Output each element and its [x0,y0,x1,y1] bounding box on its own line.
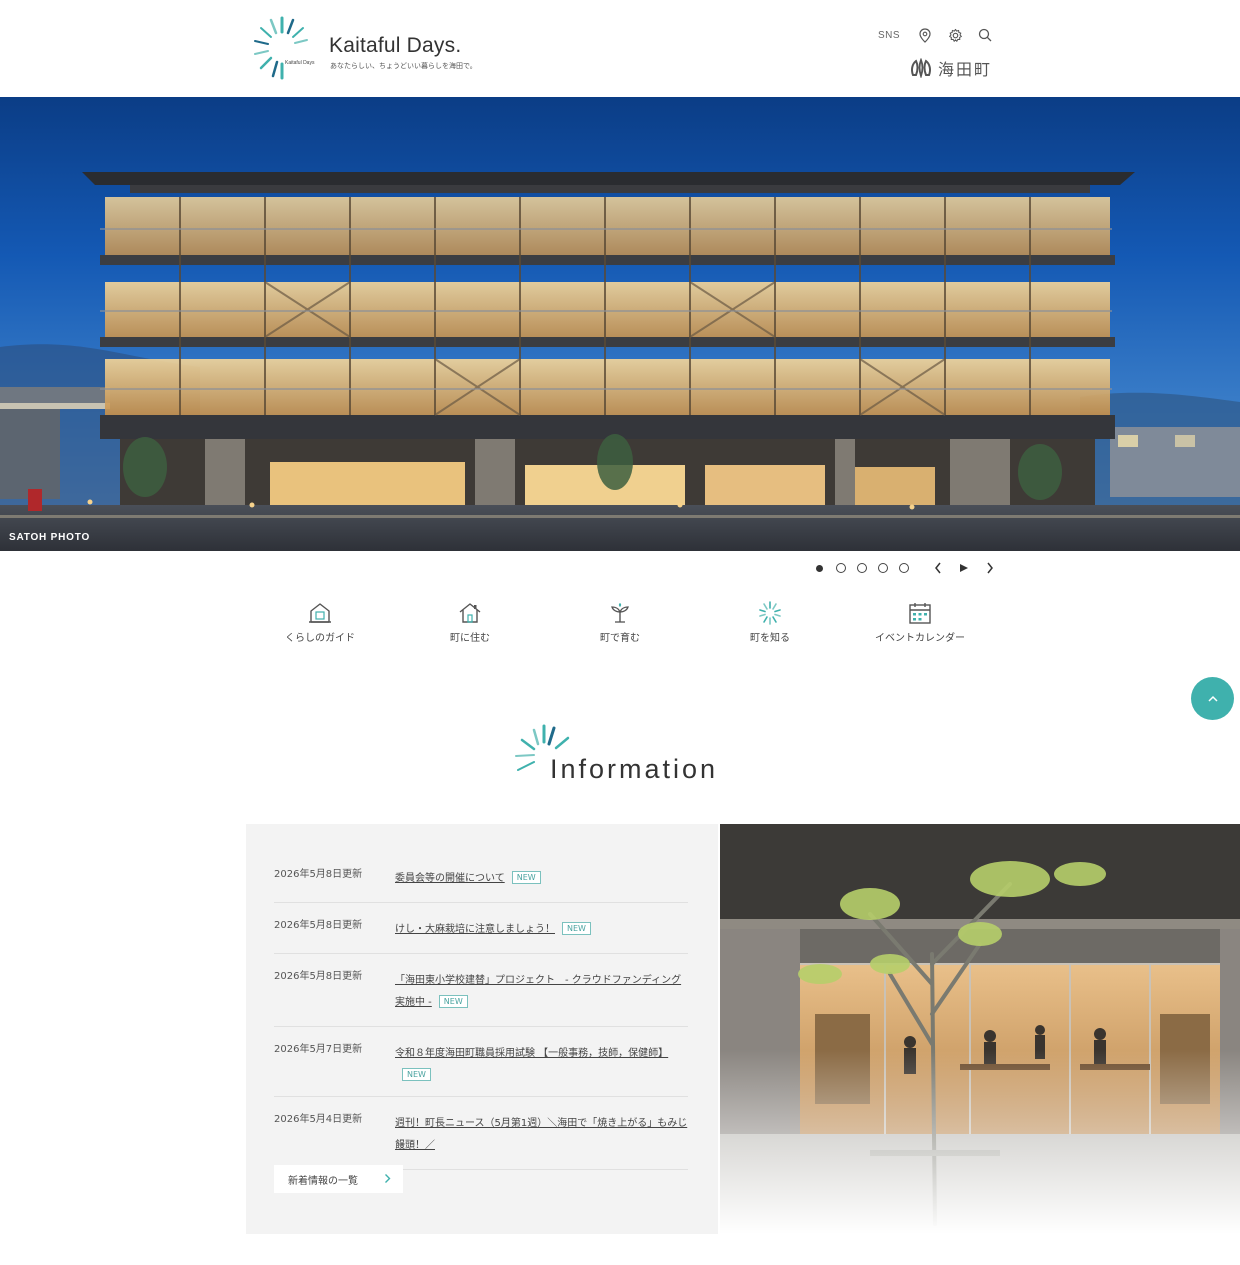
news-date: 2026年5月8日更新 [274,920,363,931]
map-pin-icon[interactable] [916,26,934,44]
town-name: 海田町 [938,60,993,79]
house-icon [457,600,483,626]
house-guide-icon [307,600,333,626]
news-item: 2026年5月8日更新 委員会等の開催について NEW [274,852,688,903]
new-badge: NEW [438,995,468,1008]
play-icon[interactable] [956,560,972,576]
category-kurashi-guide[interactable]: くらしのガイド [245,600,395,650]
logo-title: Kaitaful Days. [329,34,462,57]
page-top-button[interactable] [1191,677,1234,720]
site-logo[interactable]: Kaitaful Days Kaitaful Days. あなたらしい、ちょうど… [249,14,479,82]
news-date: 2026年5月7日更新 [274,1044,363,1055]
information-title: Information [550,754,719,784]
news-title-link[interactable]: 委員会等の開催について [395,873,505,884]
chevron-right-icon [385,1174,391,1183]
news-date: 2026年5月8日更新 [274,869,363,880]
information-heading: Information [512,724,732,786]
calendar-icon [907,600,933,626]
category-shiru[interactable]: 町を知る [695,600,845,650]
slider-controls [814,560,998,576]
news-list-more-button[interactable]: 新着情報の一覧 [274,1165,403,1193]
category-label: くらしのガイド [285,633,355,644]
news-list: 2026年5月8日更新 委員会等の開催について NEW 2026年5月8日更新 け… [274,852,688,1170]
category-label: 町で育む [600,633,640,644]
slide-dot-2[interactable] [836,563,846,573]
burst-icon [757,600,783,626]
category-label: イベントカレンダー [875,633,965,644]
town-emblem-icon [911,58,931,78]
category-hagukumu[interactable]: 町で育む [545,600,695,650]
category-sumu[interactable]: 町に住む [395,600,545,650]
search-icon[interactable] [976,26,994,44]
chevron-up-icon [1207,695,1218,702]
news-item: 2026年5月8日更新 けし・大麻栽培に注意しましょう！ NEW [274,903,688,954]
utility-nav: SNS [878,26,994,44]
new-badge: NEW [402,1068,431,1081]
logo-mark-text: Kaitaful Days [285,60,315,66]
site-header: Kaitaful Days Kaitaful Days. あなたらしい、ちょうど… [0,0,1240,97]
more-button-label: 新着情報の一覧 [288,1175,358,1187]
news-item: 2026年5月7日更新 令和８年度海田町職員採用試験 【一般事務，技師，保健師】… [274,1027,688,1097]
slide-dot-1[interactable] [816,564,823,572]
gear-icon[interactable] [946,26,964,44]
slide-dot-4[interactable] [878,563,888,573]
news-item: 2026年5月4日更新 週刊！町長ニュース（5月第1週）＼海田で「焼き上がる」も… [274,1097,688,1170]
news-title-link[interactable]: 週刊！町長ニュース（5月第1週）＼海田で「焼き上がる」もみじ饅頭！／ [395,1118,687,1151]
hero-slider[interactable]: SATOH PHOTO [0,97,1240,551]
slide-dot-5[interactable] [899,563,909,573]
category-label: 町を知る [750,633,790,644]
news-date: 2026年5月4日更新 [274,1114,363,1125]
new-badge: NEW [511,871,541,884]
information-panel: 2026年5月8日更新 委員会等の開催について NEW 2026年5月8日更新 け… [246,824,718,1234]
news-date: 2026年5月8日更新 [274,971,363,982]
sprout-icon [607,600,633,626]
next-slide-icon[interactable] [982,560,998,576]
slide-dot-3[interactable] [857,563,867,573]
category-label: 町に住む [450,633,490,644]
new-badge: NEW [562,922,591,935]
hero-photo [0,172,1240,551]
news-title-link[interactable]: 令和８年度海田町職員採用試験 【一般事務，技師，保健師】 [395,1048,668,1059]
logo-subtitle: あなたらしい、ちょうどいい暮らしを海田で。 [330,62,477,70]
category-event-calendar[interactable]: イベントカレンダー [845,600,995,650]
news-title-link[interactable]: けし・大麻栽培に注意しましょう！ [395,924,555,935]
news-item: 2026年5月8日更新 「海田東小学校建替」プロジェクト - クラウドファンディ… [274,954,688,1027]
information-photo [720,824,1240,1234]
logo-burst-icon: Kaitaful Days [254,16,315,80]
photo-credit: SATOH PHOTO [9,532,91,543]
town-brand[interactable]: 海田町 [910,56,992,80]
sns-link[interactable]: SNS [878,30,900,41]
prev-slide-icon[interactable] [930,560,946,576]
category-nav: くらしのガイド 町に住む 町で育む 町を知る イベントカレンダー [245,600,995,650]
